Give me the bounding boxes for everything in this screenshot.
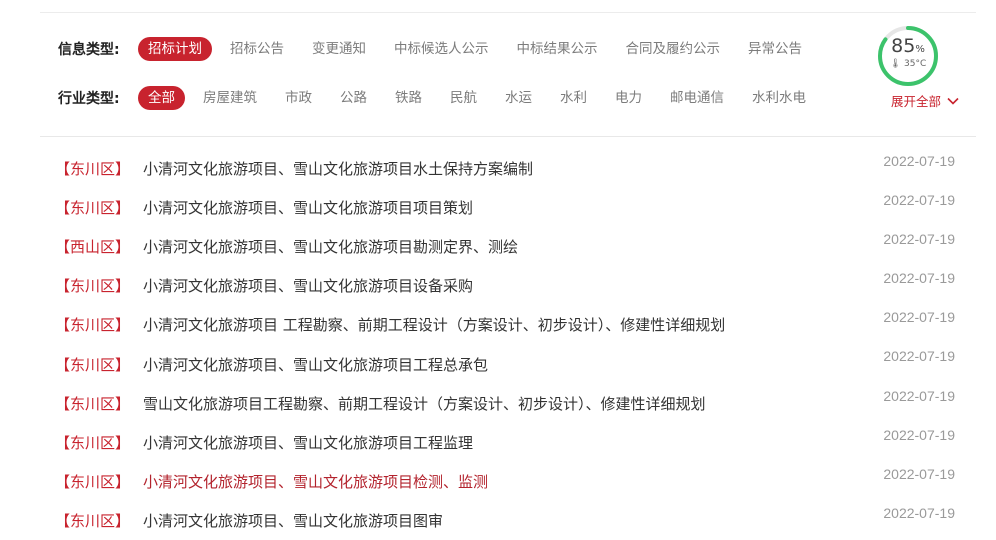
industry-type-option[interactable]: 水运 [495,86,542,110]
notice-row[interactable]: 【东川区】 雪山文化旅游项目工程勘察、前期工程设计（方案设计、初步设计）、修建性详… [55,384,965,423]
notice-row[interactable]: 【东川区】 小清河文化旅游项目、雪山文化旅游项目工程监理 2022-07-19 [55,423,965,462]
notice-date: 2022-07-19 [883,153,955,169]
notice-row[interactable]: 【东川区】 小清河文化旅游项目 工程勘察、前期工程设计（方案设计、初步设计）、修建… [55,305,965,344]
notice-date: 2022-07-19 [883,231,955,248]
notice-date: 2022-07-19 [883,465,955,482]
notice-date: 2022-07-19 [883,309,955,326]
notice-date: 2022-07-19 [883,270,955,287]
gauge-temperature-value: 35°C [904,59,927,69]
info-type-option[interactable]: 招标公告 [220,37,294,61]
notice-date: 2022-07-19 [883,192,955,209]
industry-type-option[interactable]: 房屋建筑 [193,86,267,110]
industry-type-filter: 行业类型: 全部 房屋建筑 市政 公路 铁路 民航 水运 水利 电力 邮电通信 水利水电 [58,85,824,111]
notice-date: 2022-07-19 [883,387,955,404]
info-type-option[interactable]: 合同及履约公示 [616,37,731,61]
notice-title-link[interactable]: 小清河文化旅游项目、雪山文化旅游项目检测、监测 [143,471,488,492]
industry-type-option[interactable]: 民航 [440,86,487,110]
notice-title-link[interactable]: 小清河文化旅游项目、雪山文化旅游项目项目策划 [143,197,473,218]
notice-district: 【东川区】 [55,316,131,335]
notice-district: 【东川区】 [55,394,131,413]
notice-row[interactable]: 【东川区】 小清河文化旅游项目、雪山文化旅游项目项目策划 2022-07-19 [55,188,965,227]
industry-type-option[interactable]: 邮电通信 [660,86,734,110]
notice-district: 【东川区】 [55,355,131,374]
info-type-filter: 信息类型: 招标计划 招标公告 变更通知 中标候选人公示 中标结果公示 合同及履约公示 异常… [58,36,820,62]
notice-row[interactable]: 【东川区】 小清河文化旅游项目、雪山文化旅游项目检测、监测 2022-07-19 [55,462,965,501]
notice-title-link[interactable]: 小清河文化旅游项目、雪山文化旅游项目工程监理 [143,432,473,453]
industry-type-option[interactable]: 水利 [550,86,597,110]
industry-type-option[interactable]: 水利水电 [742,86,816,110]
expand-all-button[interactable]: 展开全部 [891,91,959,110]
notice-date: 2022-07-19 [883,348,955,365]
info-type-option[interactable]: 中标候选人公示 [384,37,499,61]
notice-title-link[interactable]: 雪山文化旅游项目工程勘察、前期工程设计（方案设计、初步设计）、修建性详细规划 [143,393,706,414]
notice-title-link[interactable]: 小清河文化旅游项目、雪山文化旅游项目设备采购 [143,275,473,296]
gauge-percent-unit: % [915,44,925,55]
notice-district: 【西山区】 [55,238,131,257]
notice-title-link[interactable]: 小清河文化旅游项目、雪山文化旅游项目图审 [143,510,443,531]
notice-district: 【东川区】 [55,472,131,491]
memory-usage-gauge: 85% 🌡 35°C [873,25,943,87]
chevron-down-icon [947,97,959,105]
industry-type-option[interactable]: 铁路 [385,86,432,110]
expand-all-label: 展开全部 [891,94,942,109]
info-type-option[interactable]: 异常公告 [738,37,812,61]
top-divider [40,12,976,13]
notice-district: 【东川区】 [55,277,131,296]
thermometer-icon: 🌡 [889,59,902,69]
notice-district: 【东川区】 [55,433,131,452]
notice-district: 【东川区】 [55,511,131,530]
info-type-option[interactable]: 中标结果公示 [507,37,608,61]
notice-row[interactable]: 【东川区】 小清河文化旅游项目、雪山文化旅游项目图审 2022-07-19 [55,501,965,540]
info-type-option[interactable]: 变更通知 [302,37,376,61]
notice-district: 【东川区】 [55,160,131,179]
notice-list: 【东川区】 小清河文化旅游项目、雪山文化旅游项目水土保持方案编制 2022-07-1… [55,149,965,540]
notice-date: 2022-07-19 [883,426,955,443]
notice-row[interactable]: 【东川区】 小清河文化旅游项目、雪山文化旅游项目工程总承包 2022-07-19 [55,344,965,383]
notice-row[interactable]: 【东川区】 小清河文化旅游项目、雪山文化旅游项目设备采购 2022-07-19 [55,266,965,305]
gauge-temperature: 🌡 35°C [873,59,943,69]
notice-date: 2022-07-19 [883,504,955,521]
notice-title-link[interactable]: 小清河文化旅游项目、雪山文化旅游项目工程总承包 [143,354,488,375]
notice-title-link[interactable]: 小清河文化旅游项目、雪山文化旅游项目水土保持方案编制 [143,158,533,179]
notice-district: 【东川区】 [55,199,131,218]
industry-type-option[interactable]: 全部 [138,86,185,110]
notice-row[interactable]: 【西山区】 小清河文化旅游项目、雪山文化旅游项目勘测定界、测绘 2022-07-19 [55,227,965,266]
notice-title-link[interactable]: 小清河文化旅游项目 工程勘察、前期工程设计（方案设计、初步设计）、修建性详细规划 [143,314,725,335]
industry-type-option[interactable]: 公路 [330,86,377,110]
notice-row[interactable]: 【东川区】 小清河文化旅游项目、雪山文化旅游项目水土保持方案编制 2022-07-1… [55,149,965,188]
notice-title-link[interactable]: 小清河文化旅游项目、雪山文化旅游项目勘测定界、测绘 [143,236,518,257]
info-type-label: 信息类型: [58,42,120,58]
gauge-percent-value: 85 [891,35,916,57]
industry-type-option[interactable]: 电力 [605,86,652,110]
gauge-percent: 85% [873,35,943,57]
industry-type-label: 行业类型: [58,91,120,107]
info-type-option[interactable]: 招标计划 [138,37,212,61]
industry-type-option[interactable]: 市政 [275,86,322,110]
filter-list-divider [40,136,976,137]
